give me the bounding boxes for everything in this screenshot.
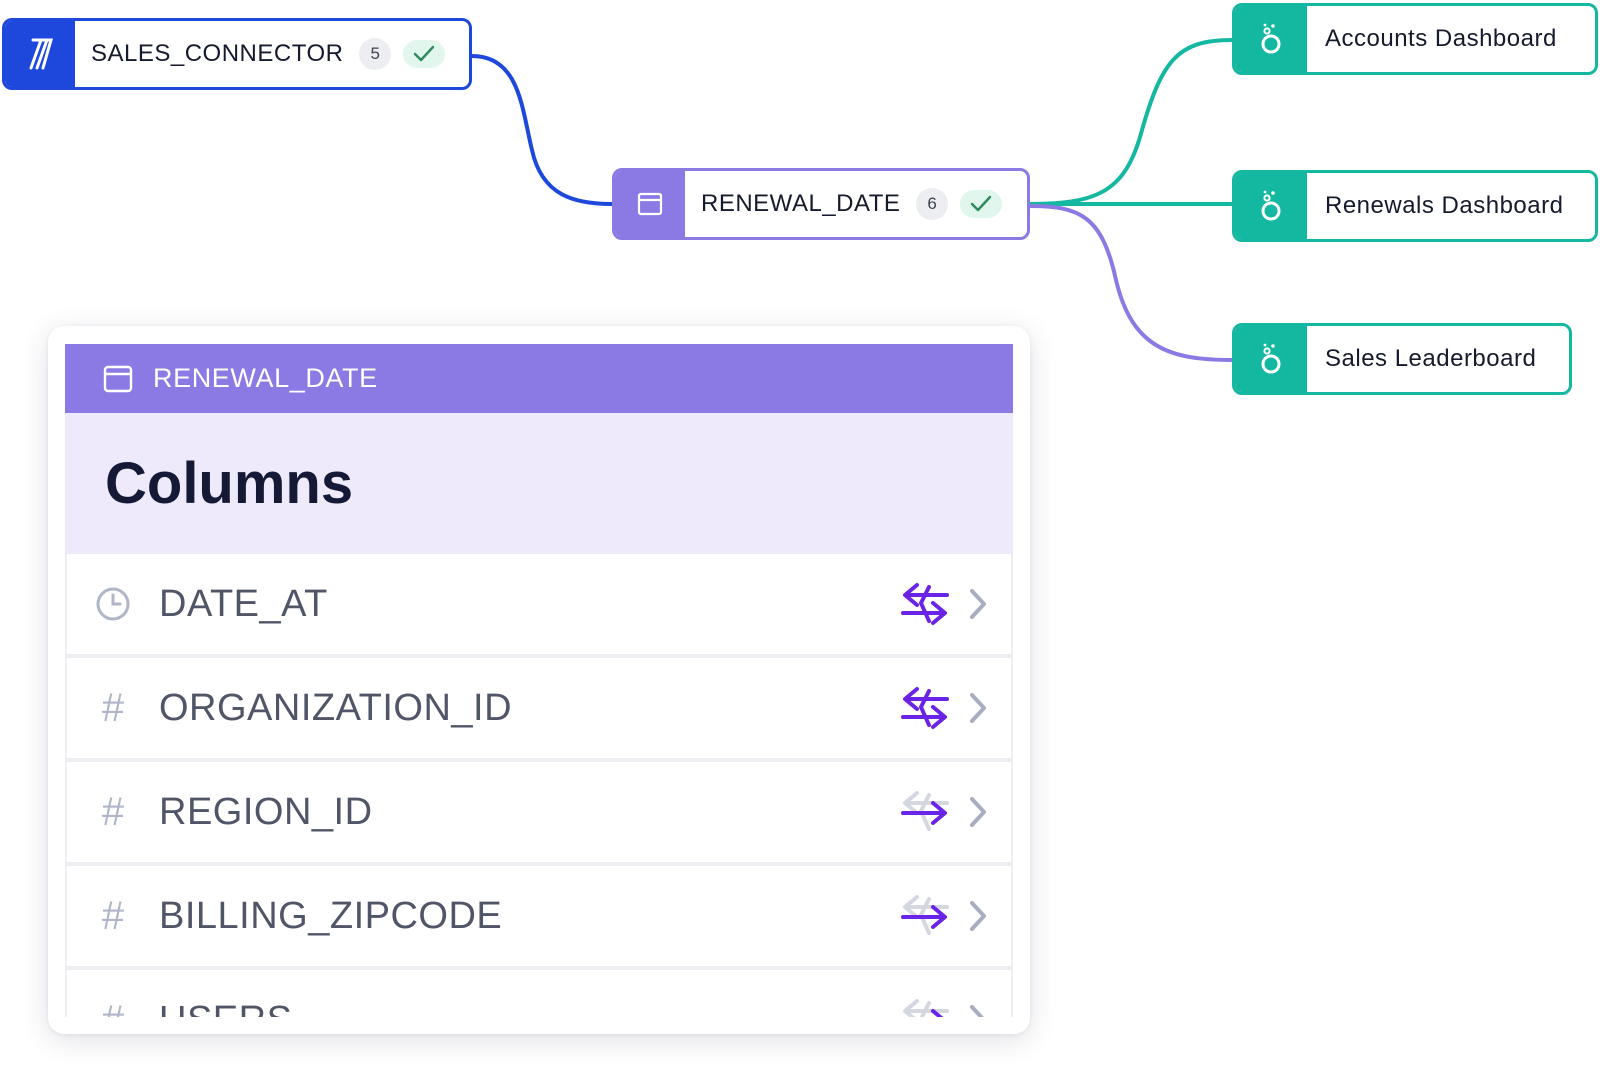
panel-header-title: RENEWAL_DATE: [153, 363, 378, 393]
dashboard-logo-icon: [1235, 173, 1307, 239]
chevron-right-icon[interactable]: [969, 692, 987, 724]
connector-icon: [5, 21, 75, 87]
hash-icon: #: [101, 789, 125, 834]
count-badge: 5: [359, 38, 392, 70]
chevron-right-icon[interactable]: [969, 1004, 987, 1017]
column-name: USERS: [159, 999, 1011, 1018]
node-sales-connector[interactable]: SALES_CONNECTOR 5: [2, 18, 472, 90]
column-row-organization-id[interactable]: # ORGANIZATION_ID: [67, 658, 1011, 758]
dashboard-label: Sales Leaderboard: [1325, 345, 1537, 372]
dashboard-label: Accounts Dashboard: [1325, 25, 1557, 52]
chevron-right-icon[interactable]: [969, 900, 987, 932]
columns-heading: Columns: [65, 413, 1013, 554]
node-label: SALES_CONNECTOR: [91, 40, 344, 67]
column-name: REGION_ID: [159, 790, 373, 833]
lineage-both-icon[interactable]: [899, 685, 951, 731]
chevron-right-icon[interactable]: [969, 796, 987, 828]
columns-panel: RENEWAL_DATE Columns DATE_AT # ORGANIZAT…: [48, 326, 1030, 1034]
hash-icon: #: [101, 893, 125, 938]
table-icon: [103, 364, 133, 394]
chevron-right-icon[interactable]: [969, 588, 987, 620]
column-name: BILLING_ZIPCODE: [159, 894, 503, 937]
node-label: RENEWAL_DATE: [701, 190, 901, 217]
node-sales-leaderboard[interactable]: Sales Leaderboard: [1232, 323, 1572, 395]
table-icon: [615, 171, 685, 237]
lineage-downstream-icon[interactable]: [899, 893, 951, 939]
hash-icon: #: [101, 685, 125, 730]
dashboard-label: Renewals Dashboard: [1325, 192, 1564, 219]
column-row-users[interactable]: # USERS: [67, 970, 1011, 1017]
node-renewals-dashboard[interactable]: Renewals Dashboard: [1232, 170, 1598, 242]
hash-icon: #: [67, 998, 159, 1018]
column-name: DATE_AT: [159, 582, 328, 625]
node-accounts-dashboard[interactable]: Accounts Dashboard: [1232, 3, 1598, 75]
columns-panel-inner: RENEWAL_DATE Columns DATE_AT # ORGANIZAT…: [65, 344, 1013, 1017]
check-icon: [960, 190, 1003, 218]
lineage-downstream-icon[interactable]: [899, 997, 951, 1017]
lineage-downstream-icon[interactable]: [899, 789, 951, 835]
lineage-both-icon[interactable]: [899, 581, 951, 627]
node-renewal-date[interactable]: RENEWAL_DATE 6: [612, 168, 1030, 240]
column-row-date-at[interactable]: DATE_AT: [67, 554, 1011, 654]
edge-renewal-to-accounts: [1029, 38, 1233, 206]
check-icon: [403, 40, 446, 68]
edge-renewal-to-leader: [1029, 204, 1233, 362]
clock-icon: [67, 586, 159, 622]
column-row-billing-zipcode[interactable]: # BILLING_ZIPCODE: [67, 866, 1011, 966]
column-row-region-id[interactable]: # REGION_ID: [67, 762, 1011, 862]
dashboard-logo-icon: [1235, 326, 1307, 392]
panel-header: RENEWAL_DATE: [65, 344, 1013, 413]
count-badge: 6: [916, 188, 949, 220]
column-name: ORGANIZATION_ID: [159, 686, 513, 729]
dashboard-logo-icon: [1235, 6, 1307, 72]
edge-sales-to-renewal: [471, 54, 613, 206]
